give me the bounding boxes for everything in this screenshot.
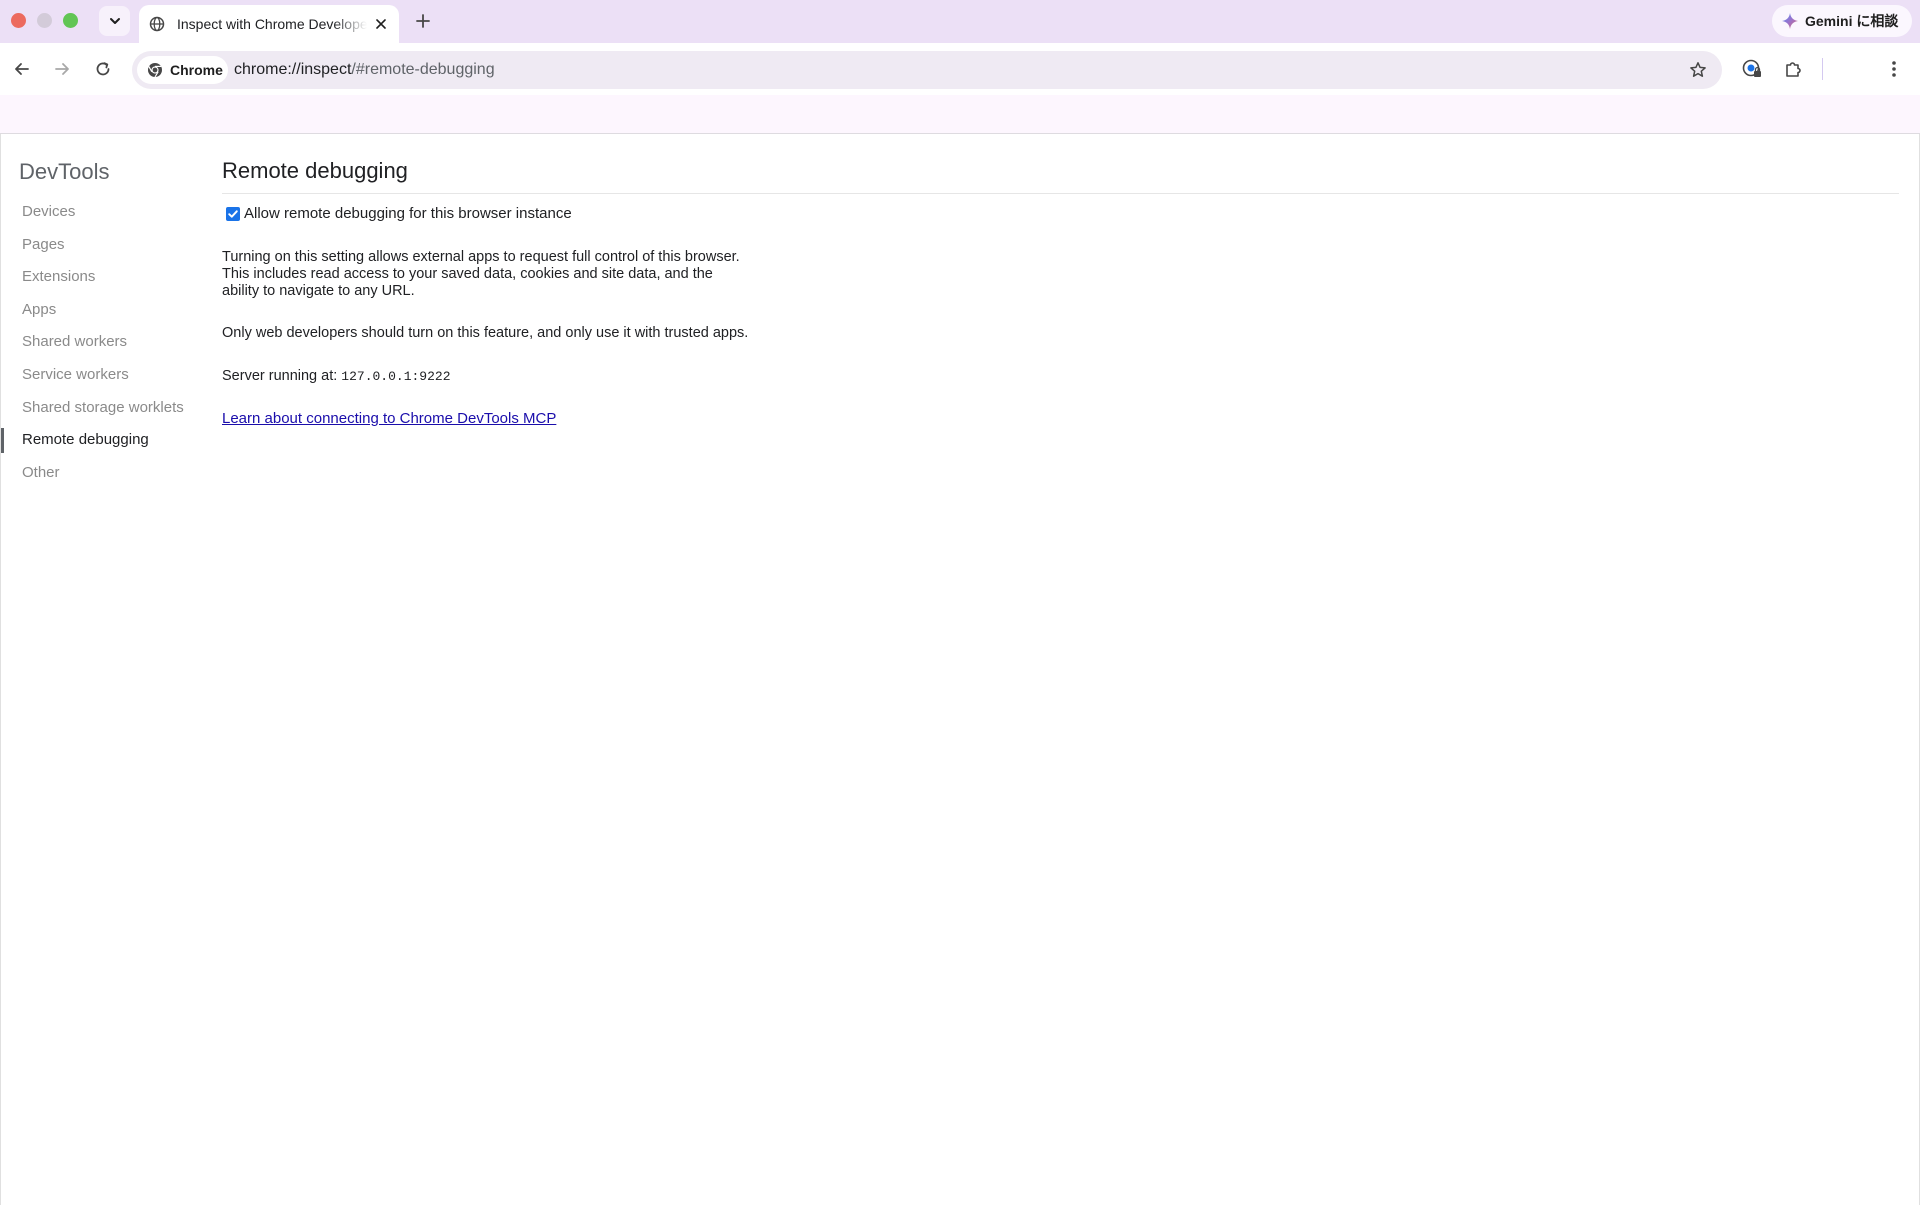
toolbar-divider	[1822, 58, 1823, 80]
chevron-down-icon	[109, 18, 120, 24]
allow-remote-debugging-checkbox[interactable]	[226, 206, 240, 221]
sidebar-item-remote-debugging[interactable]: Remote debugging	[1, 424, 201, 457]
server-address: 127.0.0.1:9222	[341, 369, 451, 384]
sidebar-item-service-workers[interactable]: Service workers	[1, 359, 201, 392]
toolbar: Chrome chrome://inspect/#remote-debuggin…	[0, 43, 1920, 95]
globe-icon	[149, 16, 165, 32]
plus-icon	[416, 14, 430, 28]
browser-window: Inspect with Chrome Developer Tools Gemi…	[0, 0, 1920, 1205]
site-info-chip[interactable]: Chrome	[137, 56, 228, 84]
checkbox-label: Allow remote debugging for this browser …	[244, 205, 572, 222]
sidebar-item-pages[interactable]: Pages	[1, 229, 201, 262]
sidebar-item-shared-workers[interactable]: Shared workers	[1, 326, 201, 359]
tab-strip: Inspect with Chrome Developer Tools Gemi…	[0, 0, 1920, 43]
maximize-window-button[interactable]	[63, 13, 78, 28]
sidebar-title: DevTools	[19, 159, 110, 184]
url-path: /#remote-debugging	[351, 61, 495, 78]
arrow-right-icon	[55, 63, 69, 75]
reload-icon	[96, 62, 110, 76]
sidebar-item-extensions[interactable]: Extensions	[1, 261, 201, 294]
back-button[interactable]	[8, 55, 36, 83]
extensions-puzzle-icon[interactable]	[1779, 55, 1807, 83]
sidebar-item-devices[interactable]: Devices	[1, 196, 201, 229]
server-status: Server running at: 127.0.0.1:9222	[222, 368, 451, 385]
checkmark-icon	[228, 209, 238, 218]
description-line-3: ability to navigate to any URL.	[222, 283, 415, 299]
sidebar-item-other[interactable]: Other	[1, 457, 201, 490]
forward-button[interactable]	[48, 55, 76, 83]
bookmarks-bar	[0, 95, 1920, 134]
url-text[interactable]: chrome://inspect/#remote-debugging	[234, 51, 495, 89]
address-bar[interactable]: Chrome chrome://inspect/#remote-debuggin…	[132, 51, 1722, 89]
close-icon[interactable]	[373, 16, 389, 32]
gemini-label: Gemini に相談	[1805, 13, 1899, 29]
chrome-logo-icon	[148, 63, 162, 78]
minimize-window-button[interactable]	[37, 13, 52, 28]
page-content: DevTools Devices Pages Extensions Apps Share…	[0, 134, 1920, 1205]
page-title: Remote debugging	[222, 158, 1899, 194]
url-host: chrome://inspect	[234, 61, 352, 78]
sidebar-item-shared-storage-worklets[interactable]: Shared storage worklets	[1, 392, 201, 425]
new-tab-button[interactable]	[411, 9, 435, 33]
bookmark-star-icon[interactable]	[1688, 60, 1708, 80]
password-manager-icon[interactable]	[1738, 55, 1766, 83]
sidebar-item-apps[interactable]: Apps	[1, 294, 201, 327]
gemini-button[interactable]: Gemini に相談	[1772, 5, 1912, 37]
arrow-left-icon	[15, 63, 29, 75]
description-line-1: Turning on this setting allows external …	[222, 249, 740, 265]
gemini-sparkle-icon	[1782, 13, 1798, 29]
chip-label: Chrome	[170, 62, 223, 78]
tab-title: Inspect with Chrome Developer Tools	[177, 16, 367, 32]
menu-kebab-icon[interactable]	[1880, 55, 1908, 83]
close-window-button[interactable]	[11, 13, 26, 28]
active-tab[interactable]: Inspect with Chrome Developer Tools	[139, 5, 399, 43]
server-label: Server running at:	[222, 368, 342, 384]
trusted-apps-warning: Only web developers should turn on this …	[222, 325, 749, 341]
description-line-2: This includes read access to your saved …	[222, 266, 713, 282]
remote-debugging-toggle[interactable]: Allow remote debugging for this browser …	[226, 205, 572, 222]
tab-search-button[interactable]	[99, 6, 130, 36]
devtools-mcp-link[interactable]: Learn about connecting to Chrome DevTool…	[222, 410, 556, 427]
reload-button[interactable]	[89, 55, 117, 83]
sidebar-nav: Devices Pages Extensions Apps Shared workers…	[1, 196, 201, 489]
